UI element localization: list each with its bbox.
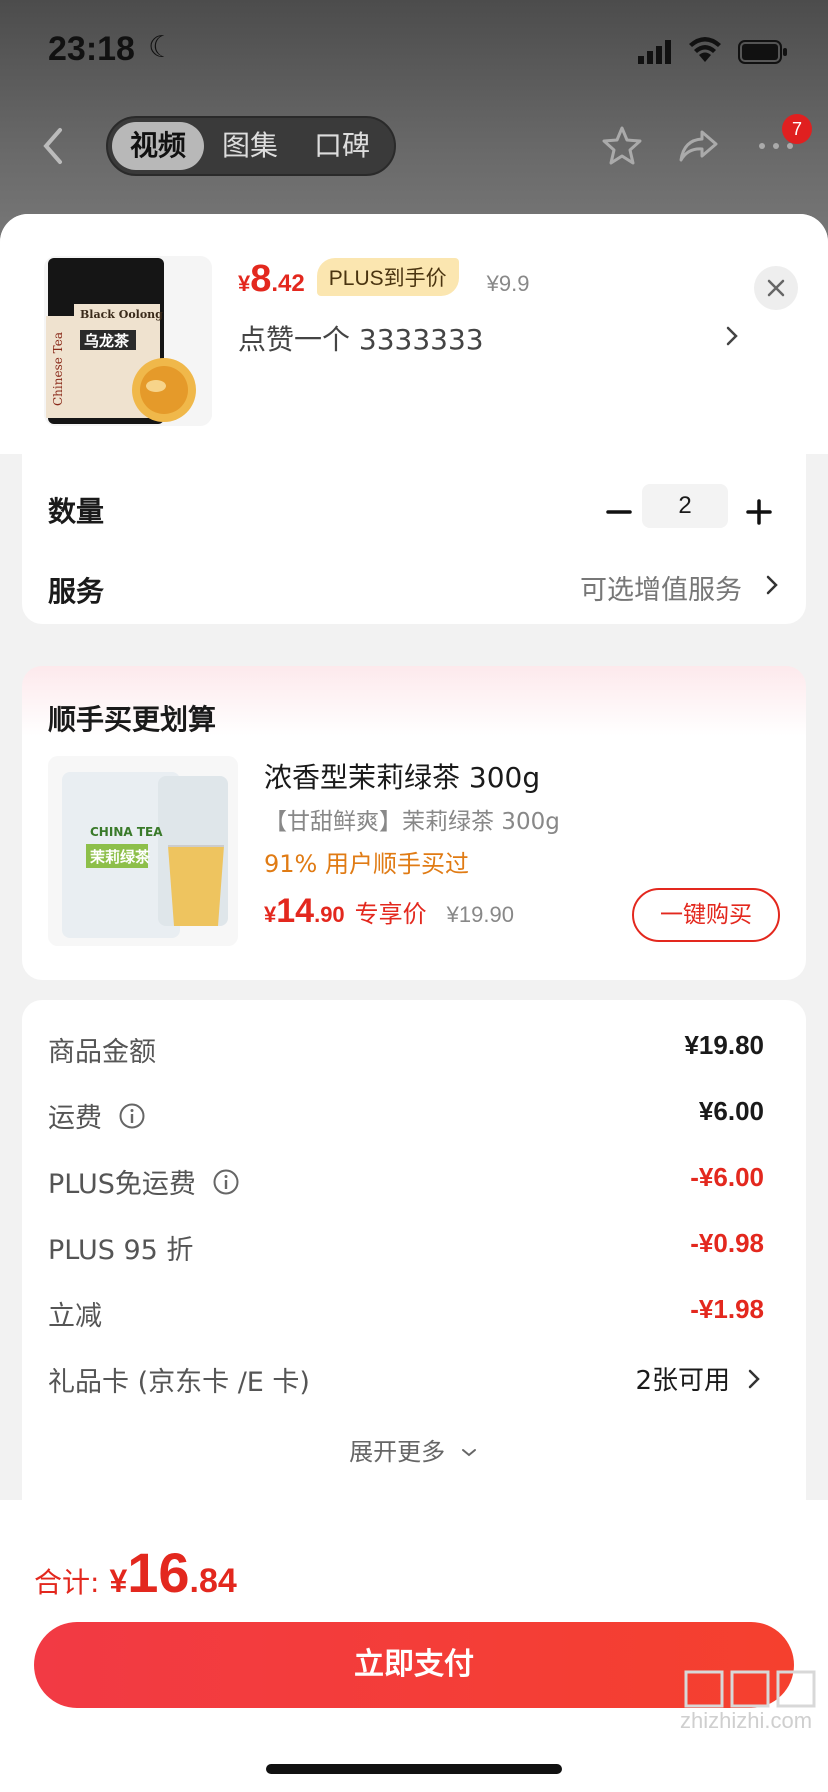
fee-row-plus-discount: PLUS 95 折 -¥0.98 xyxy=(48,1228,764,1268)
decrease-quantity-button[interactable] xyxy=(598,490,642,534)
bundle-offer-card: 顺手买更划算 CHINA TEA 茉莉绿茶 浓香型茉莉绿茶 300g 【甘甜鲜爽… xyxy=(22,666,806,980)
info-icon[interactable] xyxy=(212,1168,240,1196)
total-label: 合计: xyxy=(34,1566,100,1599)
notification-badge: 7 xyxy=(782,114,812,144)
quantity-input[interactable]: 2 xyxy=(642,484,728,528)
wifi-icon xyxy=(689,37,721,62)
moon-icon: ☾ xyxy=(148,30,175,65)
fee-label-text: PLUS 95 折 xyxy=(48,1235,194,1266)
gift-card-count: 2张可用 xyxy=(635,1366,730,1396)
bundle-price-row: ¥ 14 .90 专享价 ¥19.90 xyxy=(264,892,514,931)
fee-label: 立减 xyxy=(48,1294,102,1333)
home-indicator xyxy=(266,1764,562,1774)
fee-label-text: 运费 xyxy=(48,1103,102,1134)
bundle-purchase-stat: 91% 用户顺手买过 xyxy=(264,850,469,878)
total-integer: 16 xyxy=(127,1541,190,1604)
product-price-row: ¥ 8 .42 PLUS到手价 ¥9.9 xyxy=(238,258,529,308)
price-integer: 8 xyxy=(250,258,272,300)
fee-row-gift-card[interactable]: 礼品卡 (京东卡 /E 卡) 2张可用 xyxy=(48,1360,764,1400)
quantity-service-card: 数量 2 服务 可选增值服务 xyxy=(22,454,806,624)
svg-text:乌龙茶: 乌龙茶 xyxy=(84,332,130,350)
bundle-product-image[interactable]: CHINA TEA 茉莉绿茶 xyxy=(48,756,238,946)
signal-icon xyxy=(638,40,671,64)
total-decimal: .84 xyxy=(189,1562,237,1600)
close-icon xyxy=(767,279,785,297)
service-selector[interactable]: 可选增值服务 xyxy=(580,568,742,607)
service-label: 服务 xyxy=(48,575,105,608)
fee-row-goods-amount: 商品金额 ¥19.80 xyxy=(48,1030,764,1070)
price-decimal: .42 xyxy=(271,270,305,297)
fee-value: -¥1.98 xyxy=(690,1294,764,1324)
fee-summary-card: 商品金额 ¥19.80 运费 ¥6.00 PLUS免运费 -¥6.00 PLUS… xyxy=(22,1000,806,1520)
gift-card-label: 礼品卡 (京东卡 /E 卡) xyxy=(48,1367,310,1398)
nav-bar: 视频 图集 口碑 7 xyxy=(0,110,828,182)
battery-icon xyxy=(738,40,787,64)
watermark-text: zhizhizhi.com xyxy=(680,1708,813,1733)
tab-reviews[interactable]: 口碑 xyxy=(296,122,388,170)
bundle-product-name[interactable]: 浓香型茉莉绿茶 300g xyxy=(264,756,540,796)
gift-card-value[interactable]: 2张可用 xyxy=(635,1360,764,1397)
bundle-product-subtitle: 【甘甜鲜爽】茉莉绿茶 300g xyxy=(264,809,560,835)
chevron-down-icon xyxy=(461,1449,476,1457)
fee-row-plus-free-shipping: PLUS免运费 -¥6.00 xyxy=(48,1162,764,1202)
fee-label-text: PLUS免运费 xyxy=(48,1169,196,1200)
share-icon[interactable] xyxy=(676,124,720,168)
svg-text:CHINA TEA: CHINA TEA xyxy=(90,825,163,839)
product-image: Chinese Tea Black Oolong 乌龙茶 xyxy=(44,256,212,426)
price-currency: ¥ xyxy=(238,271,251,296)
status-time: 23:18 xyxy=(48,30,135,68)
total-currency: ¥ xyxy=(109,1563,128,1599)
increase-quantity-button[interactable] xyxy=(738,490,782,534)
bundle-title: 顺手买更划算 xyxy=(48,703,217,736)
bundle-price-integer: 14 xyxy=(276,892,315,930)
expand-more-button[interactable]: 展开更多 xyxy=(22,1432,806,1467)
tab-gallery[interactable]: 图集 xyxy=(204,122,296,170)
back-icon[interactable] xyxy=(38,124,68,168)
chevron-right-icon[interactable] xyxy=(762,570,782,600)
bundle-price-label: 专享价 xyxy=(354,900,427,928)
bundle-price-currency: ¥ xyxy=(264,902,277,927)
tab-video[interactable]: 视频 xyxy=(112,122,205,170)
fee-label-text: 立减 xyxy=(48,1301,102,1332)
media-tabs: 视频 图集 口碑 xyxy=(106,116,396,176)
variant-selector[interactable]: 点赞一个 3333333 xyxy=(238,318,484,358)
product-header: Chinese Tea Black Oolong 乌龙茶 ¥ 8 .42 PLU… xyxy=(0,214,828,454)
fee-label-text: 商品金额 xyxy=(48,1037,156,1068)
bundle-price-decimal: .90 xyxy=(314,902,345,927)
fee-label: 运费 xyxy=(48,1096,146,1135)
watermark-logo xyxy=(684,1670,816,1708)
info-icon[interactable] xyxy=(118,1102,146,1130)
fee-value: -¥6.00 xyxy=(690,1162,764,1192)
oolong-package-image: Chinese Tea Black Oolong 乌龙茶 xyxy=(44,256,212,426)
fee-label: 商品金额 xyxy=(48,1030,156,1069)
fee-label: PLUS 95 折 xyxy=(48,1228,193,1267)
svg-text:Black Oolong: Black Oolong xyxy=(80,308,163,321)
checkout-bar: 合计: ¥ 16 .84 立即支付 xyxy=(0,1500,828,1792)
original-price: ¥9.9 xyxy=(486,271,530,296)
star-icon[interactable] xyxy=(600,124,644,168)
quantity-label: 数量 xyxy=(48,495,105,528)
fee-value: -¥0.98 xyxy=(690,1228,764,1258)
fee-value: ¥6.00 xyxy=(698,1096,764,1126)
fee-row-instant-discount: 立减 -¥1.98 xyxy=(48,1294,764,1334)
chevron-right-icon xyxy=(748,1369,760,1388)
chevron-right-icon[interactable] xyxy=(720,320,744,352)
svg-text:茉莉绿茶: 茉莉绿茶 xyxy=(90,848,151,866)
expand-more-label: 展开更多 xyxy=(349,1438,446,1466)
fee-row-shipping: 运费 ¥6.00 xyxy=(48,1096,764,1136)
order-total: 合计: ¥ 16 .84 xyxy=(34,1540,237,1605)
status-bar: 23:18 ☾ xyxy=(0,0,828,100)
fee-value: ¥19.80 xyxy=(684,1030,764,1060)
fee-label: PLUS免运费 xyxy=(48,1162,240,1201)
close-button[interactable] xyxy=(754,266,798,310)
jasmine-tea-package-image: CHINA TEA 茉莉绿茶 xyxy=(48,756,238,946)
bundle-original-price: ¥19.90 xyxy=(446,902,514,927)
one-click-buy-button[interactable]: 一键购买 xyxy=(632,888,780,942)
plus-price-badge: PLUS到手价 xyxy=(316,258,459,296)
svg-text:Chinese Tea: Chinese Tea xyxy=(51,332,65,406)
